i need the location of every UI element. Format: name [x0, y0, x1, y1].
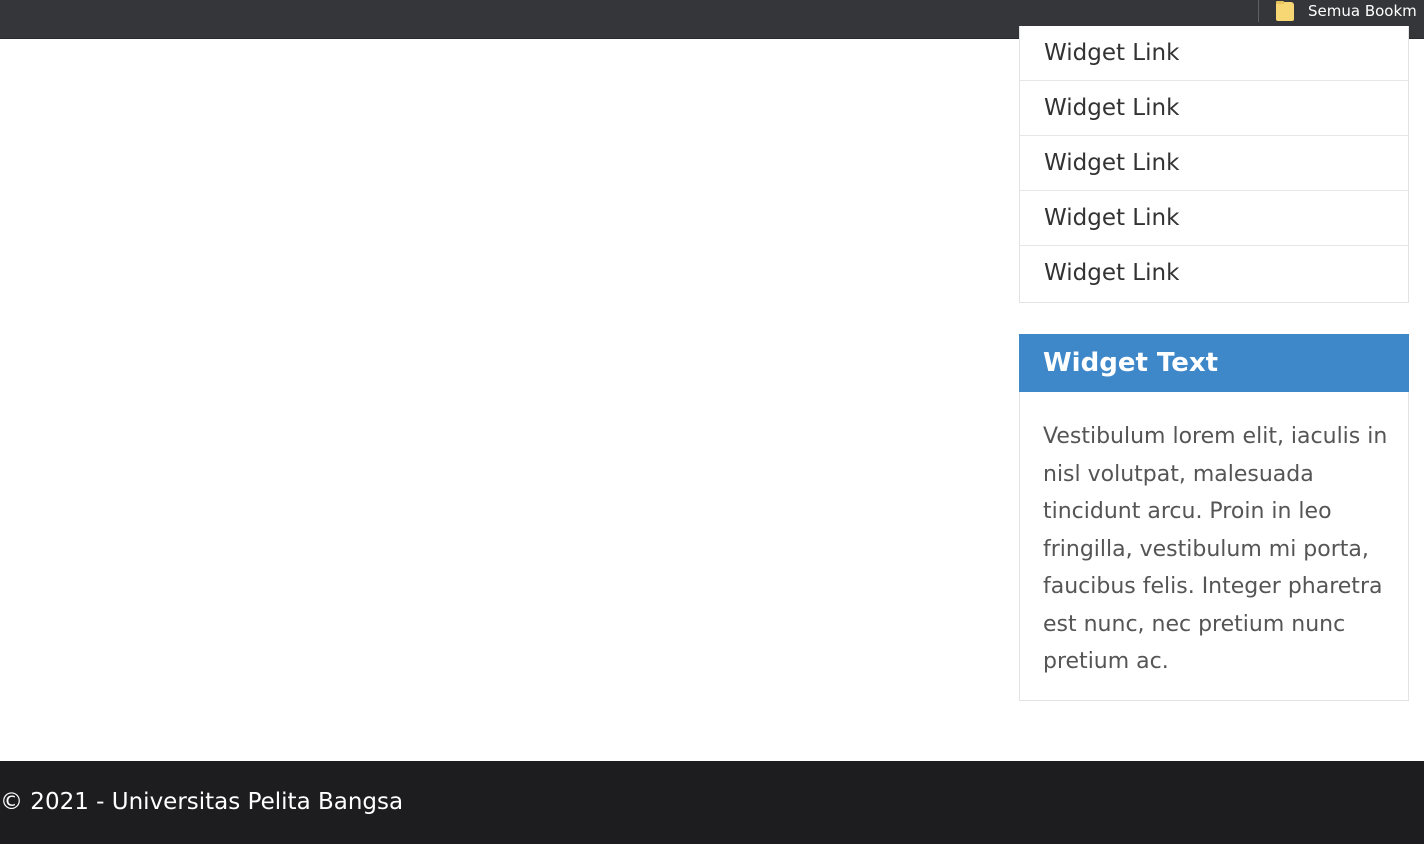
- widget-text-panel: Widget Text Vestibulum lorem elit, iacul…: [1019, 334, 1409, 701]
- footer-copyright: © 2021 - Universitas Pelita Bangsa: [0, 789, 404, 815]
- widget-text-body: Vestibulum lorem elit, iaculis in nisl v…: [1043, 424, 1388, 674]
- widget-link-5[interactable]: Widget Link: [1020, 246, 1408, 302]
- footer: © 2021 - Universitas Pelita Bangsa: [0, 761, 1424, 844]
- widget-text-title: Widget Text: [1019, 334, 1409, 392]
- widget-link-3[interactable]: Widget Link: [1020, 136, 1408, 191]
- widget-link-1[interactable]: Widget Link: [1020, 26, 1408, 81]
- folder-icon: [1276, 1, 1294, 21]
- widget-link-4[interactable]: Widget Link: [1020, 191, 1408, 246]
- widget-link-2[interactable]: Widget Link: [1020, 81, 1408, 136]
- bookmarks-separator: [1258, 0, 1259, 22]
- all-bookmarks-label: Semua Bookm: [1308, 2, 1417, 20]
- widget-links-list: Widget Link Widget Link Widget Link Widg…: [1019, 26, 1409, 303]
- all-bookmarks-folder[interactable]: Semua Bookm: [1276, 0, 1417, 22]
